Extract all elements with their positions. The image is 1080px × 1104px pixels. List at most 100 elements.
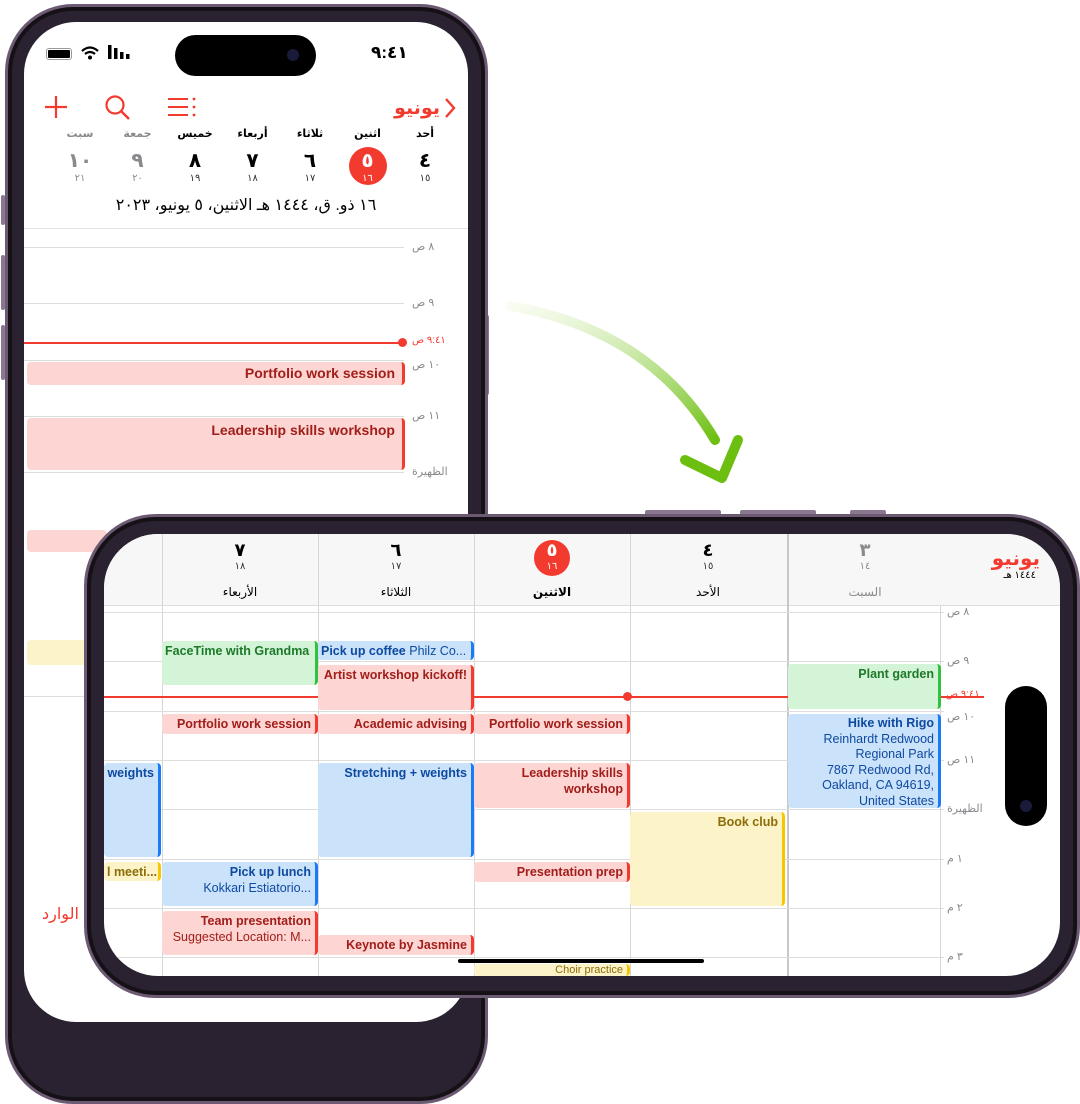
day-0[interactable]: أحد ٤ ١٥ (397, 127, 453, 195)
weekday-label: سبت (66, 128, 94, 140)
landscape-screen: يونيو ١٤٤٤ هـ ٣ ١٤ السبت ٤ ١٥ الأحد ٥ ١٦ الاثنين… (104, 534, 1060, 976)
rotate-arrow-icon (505, 301, 743, 483)
event-hike-with-rigo[interactable]: Hike with Rigo Reinhardt Redwood Regiona… (788, 714, 941, 808)
month-label[interactable]: يونيو (940, 546, 1040, 571)
hour-line (24, 472, 404, 474)
event-leadership-skills-workshop[interactable]: Leadership skills workshop (27, 418, 405, 470)
divider (24, 228, 468, 229)
event-keynote-by-jasmine[interactable]: Keynote by Jasmine (318, 935, 474, 955)
inbox-button[interactable]: الوارد (42, 904, 79, 924)
date-number: ٥ (361, 150, 374, 172)
event-artist-workshop-kickoff[interactable]: Artist workshop kickoff! (318, 665, 474, 710)
weekday-label: أربعاء (237, 128, 268, 140)
day-column-header[interactable]: ٤ ١٥ الأحد (630, 534, 786, 606)
list-icon[interactable] (168, 97, 196, 117)
hour-label: ١٠ ص (412, 358, 441, 371)
event-title: Leadership skills (521, 766, 623, 780)
event-portfolio-work-session[interactable]: Portfolio work session (27, 362, 405, 385)
event-portfolio-work-session[interactable]: Portfolio work session (474, 714, 630, 734)
back-to-month-button[interactable]: يونيو (376, 96, 456, 120)
plus-icon[interactable] (44, 95, 68, 119)
day-6[interactable]: سبت ١٠ ٢١ (52, 127, 108, 195)
event-choir-practice[interactable]: Choir practice (474, 964, 630, 976)
day-1[interactable]: اثنين ٥ ١٦ (340, 127, 396, 195)
date-number: ٩ (131, 150, 144, 172)
date-number: ٨ (188, 150, 202, 172)
weekday-label: الاثنين (532, 585, 572, 599)
hour-line (24, 359, 404, 361)
event-pick-up-lunch[interactable]: Pick up lunch Kokkari Estiatorio... (162, 862, 318, 906)
hour-label: ١١ ص (412, 409, 441, 422)
date-number: ٧ (246, 150, 259, 172)
weekday-label: اثنين (354, 128, 381, 140)
hour-line (24, 303, 404, 305)
day-column-header[interactable]: ٧ ١٨ الأربعاء (162, 534, 318, 606)
column-divider (630, 534, 631, 976)
hijri-date: ١٨ (234, 561, 246, 572)
event-stretching-weights[interactable]: Stretching + weights (318, 763, 474, 857)
event-team-presentation[interactable]: Team presentation Suggested Location: M..… (162, 911, 318, 955)
camera-icon (287, 49, 299, 61)
hour-label: ٩ ص (412, 297, 435, 310)
hour-line (104, 612, 944, 613)
hour-label: ٩ ص (947, 655, 970, 668)
hour-label: ٢ م (947, 901, 963, 914)
event-location: Oakland, CA 94619, (822, 778, 934, 793)
date-number: ٥ (546, 540, 558, 560)
event-title: workshop (563, 782, 623, 796)
day-5[interactable]: جمعة ٩ ٢٠ (110, 127, 166, 195)
hijri-date: ٢١ (74, 173, 86, 184)
hour-line (104, 710, 944, 712)
day-column-header[interactable]: ٦ ١٧ الثلاثاء (318, 534, 474, 606)
chevron-right-icon (445, 98, 456, 118)
event-leadership-skills-workshop[interactable]: Leadership skills workshop (474, 763, 630, 808)
column-divider (162, 534, 163, 976)
home-indicator[interactable] (458, 959, 704, 963)
search-icon[interactable] (104, 94, 131, 121)
battery-icon (46, 48, 72, 60)
hour-label: ١٠ ص (947, 710, 976, 723)
weekday-label: أحد (415, 128, 435, 140)
event-academic-advising[interactable]: Academic advising (318, 714, 474, 734)
hijri-date: ١٧ (304, 173, 316, 184)
signal-icon (108, 45, 130, 59)
weekday-label: السبت (848, 585, 882, 599)
event-plant-garden[interactable]: Plant garden (788, 664, 941, 709)
hijri-date: ١٦ (362, 173, 373, 184)
column-divider (318, 534, 319, 976)
day-column-header[interactable]: ٣ ١٤ السبت (787, 534, 943, 606)
dynamic-island (175, 35, 316, 76)
event-facetime-with-grandma[interactable]: FaceTime with Grandma (162, 641, 318, 685)
date-number: ٤ (702, 540, 714, 560)
event-portfolio-work-session[interactable]: Portfolio work session (162, 714, 318, 734)
full-date: ١٦ ذو. ق، ١٤٤٤ هـ الاثنين، ٥ يونيو، ٢٠٢٣ (115, 197, 377, 214)
event-presentation-prep[interactable]: Presentation prep (474, 862, 630, 882)
hour-line (104, 957, 944, 959)
day-3[interactable]: أربعاء ٧ ١٨ (225, 127, 281, 195)
weekday-label: جمعة (123, 128, 152, 140)
day-2[interactable]: ثلاثاء ٦ ١٧ (282, 127, 338, 195)
event-pick-up-coffee[interactable]: Pick up coffee Philz Co... (318, 641, 474, 660)
day-column-header[interactable]: ٥ ١٦ الاثنين (474, 534, 630, 606)
now-label: ٩:٤١ ص (946, 689, 980, 700)
event-stretching-weights[interactable]: weights (104, 763, 161, 857)
hijri-date: ١٧ (390, 561, 402, 572)
event-title: Team presentation (200, 914, 311, 928)
weekday-label: خميس (177, 128, 213, 140)
event-meeting[interactable]: l meeti... (104, 862, 161, 881)
event-location: Regional Park (855, 747, 934, 762)
hour-label: ١ م (947, 852, 963, 865)
hijri-date: ١٥ (702, 561, 714, 572)
date-number: ٦ (303, 150, 317, 172)
hour-line (104, 858, 944, 860)
wifi-icon (81, 46, 99, 60)
day-4[interactable]: خميس ٨ ١٩ (167, 127, 223, 195)
weekday-label: ثلاثاء (296, 128, 324, 140)
hour-line (24, 415, 404, 417)
hour-label: الظهيرة (412, 466, 448, 479)
event-location: Reinhardt Redwood (823, 731, 935, 746)
hour-line (104, 809, 944, 811)
hijri-date: ١٤ (859, 561, 871, 572)
event-book-club[interactable]: Book club (630, 812, 785, 906)
event-location: Suggested Location: M... (172, 930, 311, 944)
